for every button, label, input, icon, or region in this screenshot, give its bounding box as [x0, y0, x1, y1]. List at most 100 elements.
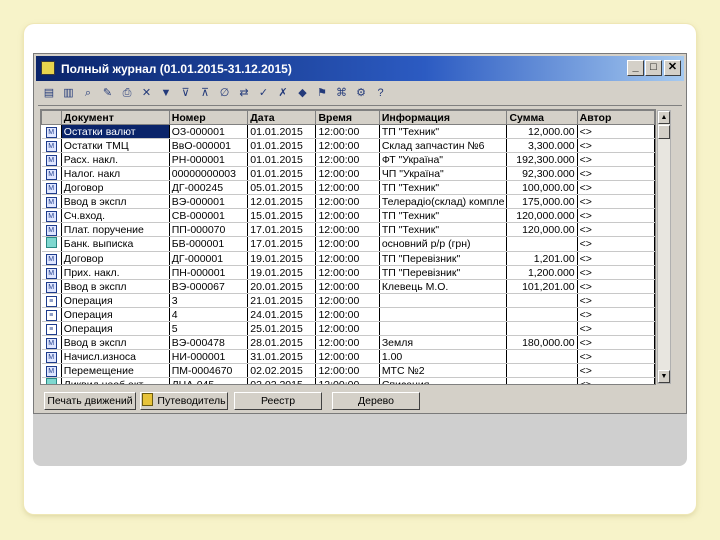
cell-author[interactable]: <>	[577, 124, 655, 139]
column-header-document[interactable]: Документ	[60, 110, 170, 125]
cell-date[interactable]: 21.01.2015	[247, 293, 317, 308]
cell-number[interactable]: РН-000001	[169, 152, 249, 167]
cell-info[interactable]: ТП "Техник"	[379, 124, 508, 139]
cell-date[interactable]: 24.01.2015	[247, 307, 317, 322]
cell-sum[interactable]: 12,000.00	[506, 124, 578, 139]
settings-icon[interactable]: ⚙	[354, 86, 368, 100]
cell-sum[interactable]: 92,300.000	[506, 166, 578, 181]
cell-sum[interactable]	[506, 377, 578, 384]
cell-sum[interactable]: 192,300.000	[506, 152, 578, 167]
cell-number[interactable]: 5	[169, 321, 249, 336]
cell-info[interactable]: ТП "Перевізник"	[379, 265, 508, 280]
cell-sum[interactable]: 1,201.00	[506, 251, 578, 266]
cell-time[interactable]: 12:00:00	[315, 377, 380, 384]
close-button[interactable]: ✕	[664, 60, 681, 76]
filter-off-icon[interactable]: ∅	[218, 86, 232, 100]
scroll-up-arrow-icon[interactable]: ▲	[658, 111, 670, 124]
cell-document[interactable]: Банк. выписка	[61, 236, 170, 252]
table-row[interactable]: M Остатки ТМЦ ВвО-000001 01.01.2015 12:00:00…	[41, 138, 655, 153]
cell-document[interactable]: Расх. накл.	[61, 152, 170, 167]
cell-document[interactable]: Ввод в экспл	[61, 279, 170, 294]
cell-document[interactable]: Договор	[61, 180, 170, 195]
table-row[interactable]: M Прих. накл. ПН-000001 19.01.2015 12:00:00 Т…	[41, 265, 655, 280]
cell-number[interactable]: ВЭ-000001	[169, 194, 249, 209]
scroll-thumb[interactable]	[658, 125, 670, 139]
table-row[interactable]: M Расх. накл. РН-000001 01.01.2015 12:00:00 Ф…	[41, 152, 655, 167]
cell-author[interactable]: <>	[577, 377, 655, 384]
table-row[interactable]: M Договор ДГ-000001 19.01.2015 12:00:00 ТП "П…	[41, 251, 655, 266]
move-icon[interactable]: ⇄	[237, 86, 251, 100]
cell-info[interactable]: Склад запчастин №6	[379, 138, 508, 153]
cell-sum[interactable]	[506, 321, 578, 336]
table-row[interactable]: M Сч.вход. СВ-000001 15.01.2015 12:00:00 ТП "…	[41, 208, 655, 223]
table-row[interactable]: M Остатки валют ОЗ-000001 01.01.2015 12:00:0…	[41, 124, 655, 139]
cell-author[interactable]: <>	[577, 321, 655, 336]
cell-author[interactable]: <>	[577, 166, 655, 181]
cell-author[interactable]: <>	[577, 349, 655, 364]
cell-number[interactable]: ДГ-000001	[169, 251, 249, 266]
cell-info[interactable]: Клевець М.О.	[379, 279, 508, 294]
cell-number[interactable]: ОЗ-000001	[169, 124, 249, 139]
cell-time[interactable]: 12:00:00	[315, 349, 380, 364]
cell-document[interactable]: Остатки ТМЦ	[61, 138, 170, 153]
table-row[interactable]: M Начисл.износа НИ-000001 31.01.2015 12:00:0…	[41, 349, 655, 364]
cell-date[interactable]: 19.01.2015	[247, 251, 317, 266]
cell-sum[interactable]	[506, 363, 578, 378]
cell-date[interactable]: 02.02.2015	[247, 363, 317, 378]
cell-document[interactable]: Операция	[61, 293, 170, 308]
table-row[interactable]: M Ввод в экспл ВЭ-000067 20.01.2015 12:00:00…	[41, 279, 655, 294]
table-row[interactable]: M Договор ДГ-000245 05.01.2015 12:00:00 ТП "Т…	[41, 180, 655, 195]
cell-time[interactable]: 12:00:00	[315, 222, 380, 237]
cell-info[interactable]: ТП "Техник"	[379, 222, 508, 237]
cell-date[interactable]: 25.01.2015	[247, 321, 317, 336]
delete-icon[interactable]: ✕	[140, 86, 154, 100]
cell-time[interactable]: 12:00:00	[315, 236, 380, 252]
cell-number[interactable]: ВЭ-000067	[169, 279, 249, 294]
cell-author[interactable]: <>	[577, 307, 655, 322]
find-icon[interactable]: ⌕	[81, 86, 95, 100]
cell-sum[interactable]	[506, 307, 578, 322]
column-header-date[interactable]: Дата	[247, 110, 317, 125]
column-header-info[interactable]: Информация	[378, 110, 508, 125]
cell-document[interactable]: Плат. поручение	[61, 222, 170, 237]
table-row[interactable]: M Плат. поручение ПП-000070 17.01.2015 12:00…	[41, 222, 655, 237]
cell-author[interactable]: <>	[577, 251, 655, 266]
cell-document[interactable]: Сч.вход.	[61, 208, 170, 223]
cell-author[interactable]: <>	[577, 152, 655, 167]
cell-number[interactable]: 3	[169, 293, 249, 308]
minimize-button[interactable]: _	[627, 60, 644, 76]
cell-document[interactable]: Начисл.износа	[61, 349, 170, 364]
cell-author[interactable]: <>	[577, 208, 655, 223]
cell-date[interactable]: 01.01.2015	[247, 152, 317, 167]
cell-sum[interactable]: 180,000.00	[506, 335, 578, 350]
column-header-author[interactable]: Автор	[576, 110, 655, 125]
cell-info[interactable]: МТС №2	[379, 363, 508, 378]
column-header-icon[interactable]	[41, 110, 62, 125]
cell-date[interactable]: 17.01.2015	[247, 236, 317, 252]
cell-info[interactable]: ФТ "Україна"	[379, 152, 508, 167]
table-row[interactable]: ≡ Операция 5 25.01.2015 12:00:00 <>	[41, 321, 655, 336]
cell-date[interactable]: 05.01.2015	[247, 180, 317, 195]
cell-date[interactable]: 31.01.2015	[247, 349, 317, 364]
cell-number[interactable]: ВвО-000001	[169, 138, 249, 153]
column-header-time[interactable]: Время	[315, 110, 380, 125]
cell-number[interactable]: ПМ-0004670	[169, 363, 249, 378]
cell-date[interactable]: 28.01.2015	[247, 335, 317, 350]
cell-sum[interactable]	[506, 236, 578, 252]
cell-info[interactable]	[379, 293, 508, 308]
cell-document[interactable]: Операция	[61, 321, 170, 336]
table-row[interactable]: M Перемещение ПМ-0004670 02.02.2015 12:00:00…	[41, 363, 655, 378]
cell-info[interactable]: Земля	[379, 335, 508, 350]
cell-sum[interactable]: 1,200.000	[506, 265, 578, 280]
cell-info[interactable]: ЧП "Україна"	[379, 166, 508, 181]
cell-sum[interactable]: 3,300.000	[506, 138, 578, 153]
cell-document[interactable]: Прих. накл.	[61, 265, 170, 280]
table-row[interactable]: ≡ Операция 3 21.01.2015 12:00:00 <>	[41, 293, 655, 308]
cell-number[interactable]: ЛНА-045	[169, 377, 249, 384]
cell-info[interactable]: ТП "Техник"	[379, 180, 508, 195]
cell-time[interactable]: 12:00:00	[315, 321, 380, 336]
cell-info[interactable]: Списания	[379, 377, 508, 384]
cell-document[interactable]: Ликвид.необ.акт	[61, 377, 170, 384]
cell-number[interactable]: СВ-000001	[169, 208, 249, 223]
mark-icon[interactable]: ◆	[296, 86, 310, 100]
